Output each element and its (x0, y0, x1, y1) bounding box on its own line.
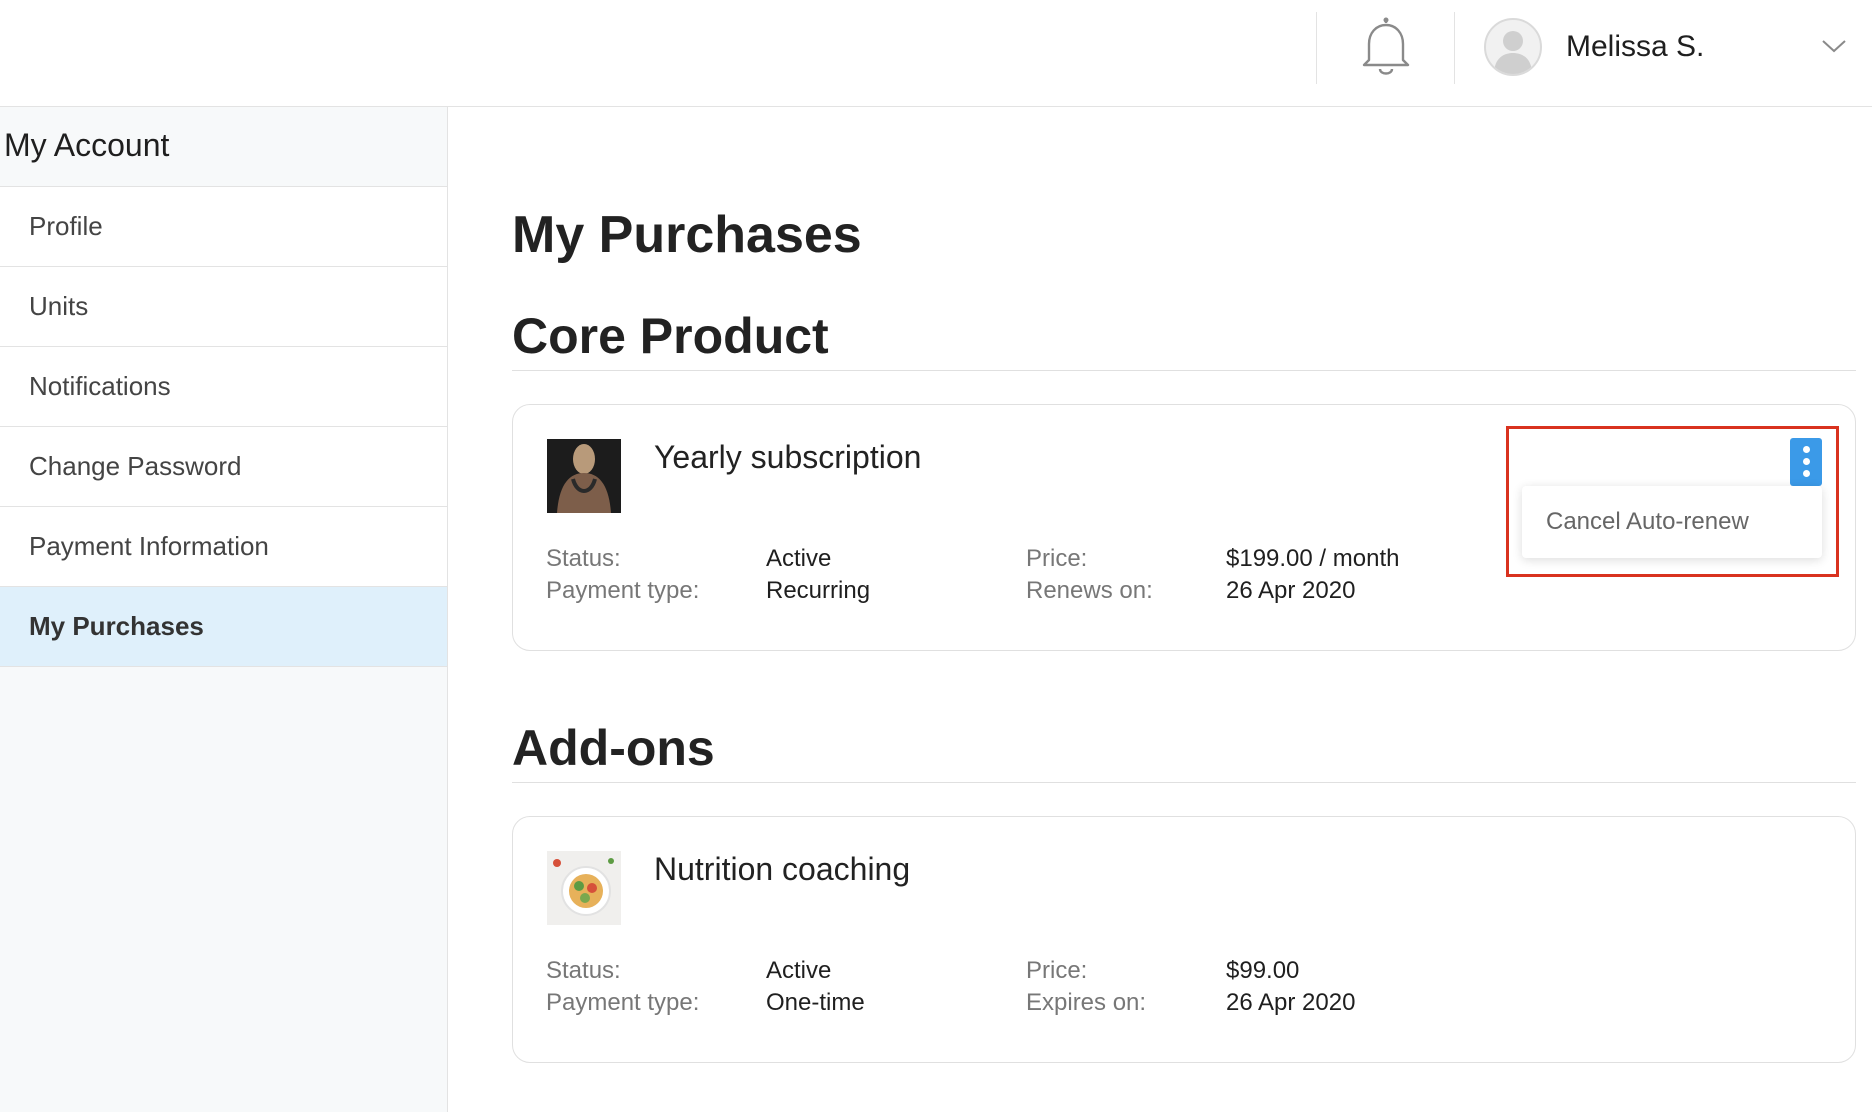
user-avatar-icon (1484, 18, 1542, 76)
renews-on-value: 26 Apr 2020 (1226, 577, 1356, 604)
more-vertical-icon[interactable] (1790, 438, 1822, 486)
expires-on-label: Expires on: (1026, 989, 1147, 1016)
sidebar-item-units[interactable]: Units (0, 267, 447, 347)
status-label: Status: (546, 957, 621, 984)
price-label: Price: (1026, 545, 1088, 572)
divider (1454, 12, 1455, 84)
cancel-auto-renew-option[interactable]: Cancel Auto-renew (1546, 508, 1749, 536)
sidebar-heading: My Account (0, 107, 447, 187)
section-title-add-ons: Add-ons (512, 720, 715, 776)
price-label: Price: (1026, 957, 1088, 984)
page-title: My Purchases (512, 206, 862, 264)
divider (512, 782, 1856, 783)
user-name: Melissa S. (1566, 30, 1705, 63)
product-name: Yearly subscription (654, 439, 922, 475)
top-bar: Melissa S. (0, 0, 1872, 107)
price-value: $99.00 (1226, 957, 1300, 984)
renews-on-label: Renews on: (1026, 577, 1153, 604)
purchase-card-addon: Nutrition coaching Status: Active Paymen… (512, 816, 1856, 1063)
product-name: Nutrition coaching (654, 851, 911, 887)
status-value: Active (766, 545, 832, 572)
payment-type-label: Payment type: (546, 989, 700, 1016)
payment-type-value: Recurring (766, 577, 871, 604)
status-value: Active (766, 957, 832, 984)
account-sidebar: My Account Profile Units Notifications C… (0, 107, 448, 1112)
divider (512, 370, 1856, 371)
bell-icon[interactable] (1355, 14, 1417, 80)
payment-type-value: One-time (766, 989, 865, 1016)
status-label: Status: (546, 545, 621, 572)
sidebar-item-my-purchases[interactable]: My Purchases (0, 587, 447, 667)
expires-on-value: 26 Apr 2020 (1226, 989, 1356, 1016)
sidebar-item-notifications[interactable]: Notifications (0, 347, 447, 427)
user-menu[interactable]: Melissa S. (1484, 16, 1864, 80)
section-title-core-product: Core Product (512, 308, 829, 364)
product-thumbnail (547, 851, 621, 925)
sidebar-item-change-password[interactable]: Change Password (0, 427, 447, 507)
divider (1316, 12, 1317, 84)
sidebar-item-payment-information[interactable]: Payment Information (0, 507, 447, 587)
payment-type-label: Payment type: (546, 577, 700, 604)
price-value: $199.00 / month (1226, 545, 1400, 572)
sidebar-item-profile[interactable]: Profile (0, 187, 447, 267)
product-thumbnail (547, 439, 621, 513)
purchase-options-dropdown: Cancel Auto-renew (1522, 486, 1822, 558)
chevron-down-icon (1820, 36, 1848, 56)
